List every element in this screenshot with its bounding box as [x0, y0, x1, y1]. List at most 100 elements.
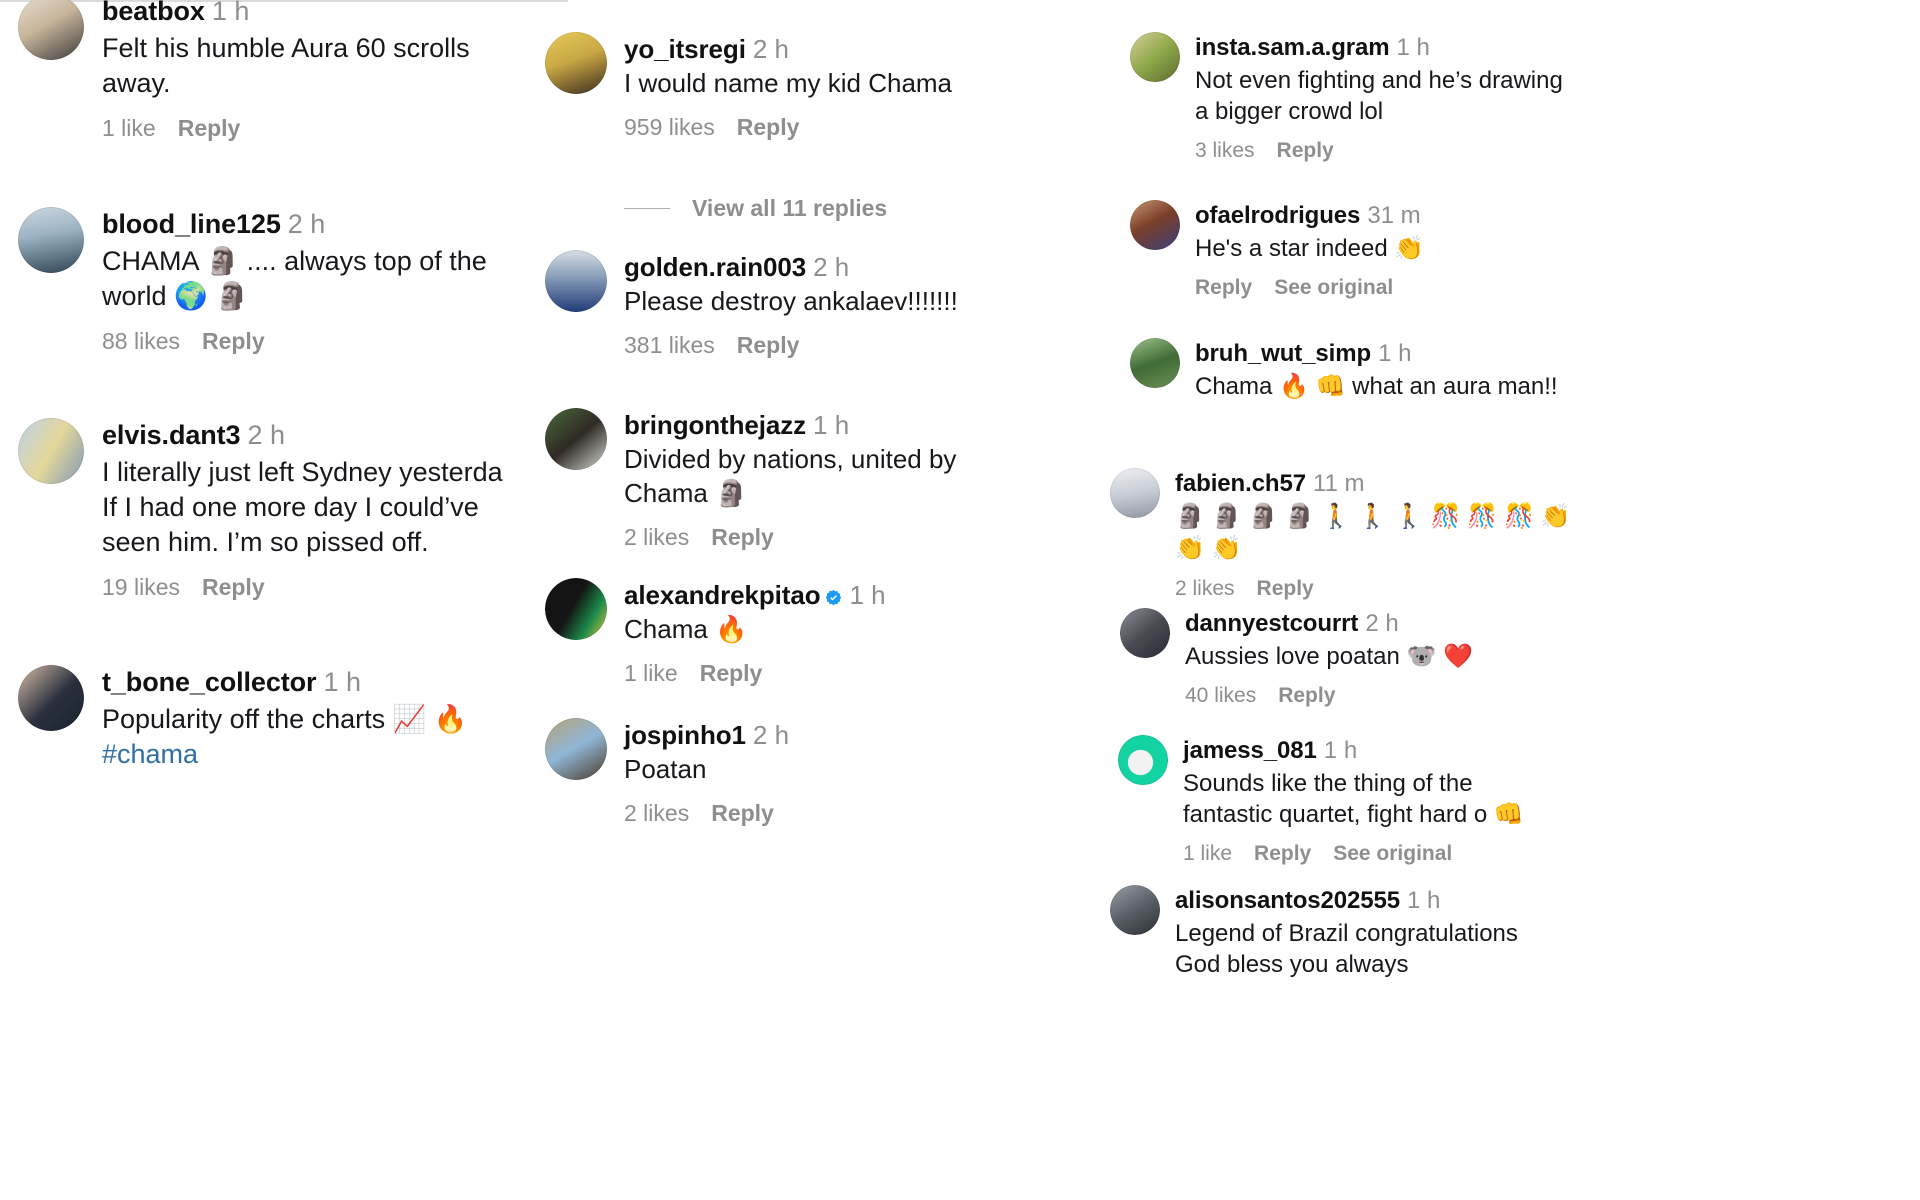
comment-headline: blood_line125 2 h — [102, 207, 558, 243]
avatar[interactable] — [18, 0, 84, 60]
avatar[interactable] — [545, 718, 607, 780]
reply-button[interactable]: Reply — [202, 328, 265, 355]
comment-text-line: seen him. I’m so pissed off. — [102, 526, 429, 557]
comment-actions: 88 likes Reply — [102, 328, 558, 355]
username[interactable]: alisonsantos202555 — [1175, 887, 1400, 914]
reply-button[interactable]: Reply — [711, 800, 774, 827]
avatar[interactable] — [1120, 608, 1170, 658]
timestamp: 1 h — [1407, 887, 1441, 914]
avatar[interactable] — [1110, 468, 1160, 518]
comment-body: t_bone_collector 1 h Popularity off the c… — [102, 665, 558, 772]
timestamp: 1 h — [211, 0, 250, 26]
comment-text: Divided by nations, united by Chama 🗿 — [624, 443, 1060, 511]
see-original-button[interactable]: See original — [1274, 276, 1393, 300]
comment-text: Legend of Brazil congratulations God ble… — [1175, 918, 1675, 980]
view-replies-button[interactable]: View all 11 replies — [692, 195, 887, 222]
comment-text-line: Not even fighting and he’s drawing — [1195, 66, 1563, 94]
comment-item[interactable]: fabien.ch57 11 m 🗿 🗿 🗿 🗿 🚶 🚶 🚶 🎊 🎊 🎊 👏 👏 … — [1110, 468, 1675, 601]
comment-item[interactable]: t_bone_collector 1 h Popularity off the c… — [18, 665, 558, 772]
username[interactable]: alexandrekpitao — [624, 580, 821, 610]
comment-item[interactable]: bruh_wut_simp 1 h Chama 🔥 👊 what an aura … — [1130, 338, 1675, 402]
comment-actions: 19 likes Reply — [102, 574, 543, 601]
timestamp: 2 h — [1365, 610, 1399, 637]
avatar[interactable] — [1130, 200, 1180, 250]
like-count[interactable]: 1 like — [624, 660, 678, 687]
avatar[interactable] — [18, 418, 84, 484]
comment-item[interactable]: yo_itsregi 2 h I would name my kid Chama … — [545, 32, 1060, 141]
reply-button[interactable]: Reply — [1195, 276, 1252, 300]
reply-button[interactable]: Reply — [711, 524, 774, 551]
avatar[interactable] — [18, 665, 84, 731]
comment-item[interactable]: ofaelrodrigues 31 m He's a star indeed 👏 … — [1130, 200, 1675, 300]
comment-text: 🗿 🗿 🗿 🗿 🚶 🚶 🚶 🎊 🎊 🎊 👏 👏 👏 — [1175, 501, 1675, 566]
view-replies-row[interactable]: View all 11 replies — [624, 195, 887, 222]
comment-item[interactable]: jamess_081 1 h Sounds like the thing of t… — [1118, 735, 1675, 866]
username[interactable]: yo_itsregi — [624, 34, 746, 64]
see-original-button[interactable]: See original — [1333, 842, 1452, 866]
username[interactable]: bringonthejazz — [624, 410, 806, 440]
comment-body: dannyestcourrt 2 h Aussies love poatan 🐨 … — [1185, 608, 1675, 708]
reply-button[interactable]: Reply — [1257, 577, 1314, 601]
avatar[interactable] — [1118, 735, 1168, 785]
reply-button[interactable]: Reply — [1277, 139, 1334, 163]
like-count[interactable]: 3 likes — [1195, 139, 1255, 163]
username[interactable]: t_bone_collector — [102, 667, 317, 697]
username[interactable]: fabien.ch57 — [1175, 470, 1306, 497]
comment-item[interactable]: blood_line125 2 h CHAMA 🗿 .... always top… — [18, 207, 558, 355]
reply-button[interactable]: Reply — [737, 332, 800, 359]
like-count[interactable]: 2 likes — [624, 524, 689, 551]
hashtag-link[interactable]: #chama — [102, 737, 558, 772]
avatar[interactable] — [545, 32, 607, 94]
comment-body: elvis.dant3 2 h I literally just left Syd… — [102, 418, 543, 601]
comment-headline: bringonthejazz 1 h — [624, 408, 1060, 442]
username[interactable]: ofaelrodrigues — [1195, 202, 1360, 229]
reply-button[interactable]: Reply — [1278, 684, 1335, 708]
like-count[interactable]: 40 likes — [1185, 684, 1256, 708]
comment-actions: 2 likes Reply — [624, 800, 1060, 827]
avatar[interactable] — [1130, 32, 1180, 82]
avatar[interactable] — [1130, 338, 1180, 388]
comment-text: Aussies love poatan 🐨 ❤️ — [1185, 641, 1675, 672]
username[interactable]: insta.sam.a.gram — [1195, 34, 1390, 61]
comment-item[interactable]: golden.rain003 2 h Please destroy ankalae… — [545, 250, 1060, 359]
comment-item[interactable]: alexandrekpitao 1 h Chama 🔥 1 like Reply — [545, 578, 1060, 687]
like-count[interactable]: 381 likes — [624, 332, 715, 359]
avatar[interactable] — [545, 250, 607, 312]
like-count[interactable]: 1 like — [102, 115, 156, 142]
reply-button[interactable]: Reply — [178, 115, 241, 142]
like-count[interactable]: 19 likes — [102, 574, 180, 601]
like-count[interactable]: 2 likes — [1175, 577, 1235, 601]
username[interactable]: blood_line125 — [102, 209, 281, 239]
reply-button[interactable]: Reply — [700, 660, 763, 687]
comment-item[interactable]: alisonsantos202555 1 h Legend of Brazil c… — [1110, 885, 1675, 980]
like-count[interactable]: 88 likes — [102, 328, 180, 355]
username[interactable]: dannyestcourrt — [1185, 610, 1358, 637]
like-count[interactable]: 2 likes — [624, 800, 689, 827]
reply-button[interactable]: Reply — [1254, 842, 1311, 866]
like-count[interactable]: 1 like — [1183, 842, 1232, 866]
username[interactable]: jamess_081 — [1183, 737, 1317, 764]
comment-text-line: Chama 🔥 — [624, 614, 748, 645]
username[interactable]: bruh_wut_simp — [1195, 340, 1371, 367]
username[interactable]: beatbox — [102, 0, 205, 26]
comment-actions: 1 like Reply See original — [1183, 842, 1675, 866]
comment-item[interactable]: bringonthejazz 1 h Divided by nations, un… — [545, 408, 1060, 551]
username[interactable]: jospinho1 — [624, 720, 746, 750]
reply-button[interactable]: Reply — [202, 574, 265, 601]
timestamp: 2 h — [752, 34, 789, 64]
avatar[interactable] — [1110, 885, 1160, 935]
comment-item[interactable]: beatbox 1 h Felt his humble Aura 60 scrol… — [18, 0, 558, 142]
comment-item[interactable]: jospinho1 2 h Poatan 2 likes Reply — [545, 718, 1060, 827]
like-count[interactable]: 959 likes — [624, 114, 715, 141]
comment-item[interactable]: insta.sam.a.gram 1 h Not even fighting an… — [1130, 32, 1675, 163]
comment-item[interactable]: dannyestcourrt 2 h Aussies love poatan 🐨 … — [1120, 608, 1675, 708]
avatar[interactable] — [545, 578, 607, 640]
timestamp: 2 h — [752, 720, 790, 750]
timestamp: 1 h — [323, 667, 361, 697]
username[interactable]: golden.rain003 — [624, 252, 806, 282]
reply-button[interactable]: Reply — [737, 114, 800, 141]
avatar[interactable] — [545, 408, 607, 470]
comment-item[interactable]: elvis.dant3 2 h I literally just left Syd… — [18, 418, 543, 601]
avatar[interactable] — [18, 207, 84, 273]
username[interactable]: elvis.dant3 — [102, 420, 241, 450]
